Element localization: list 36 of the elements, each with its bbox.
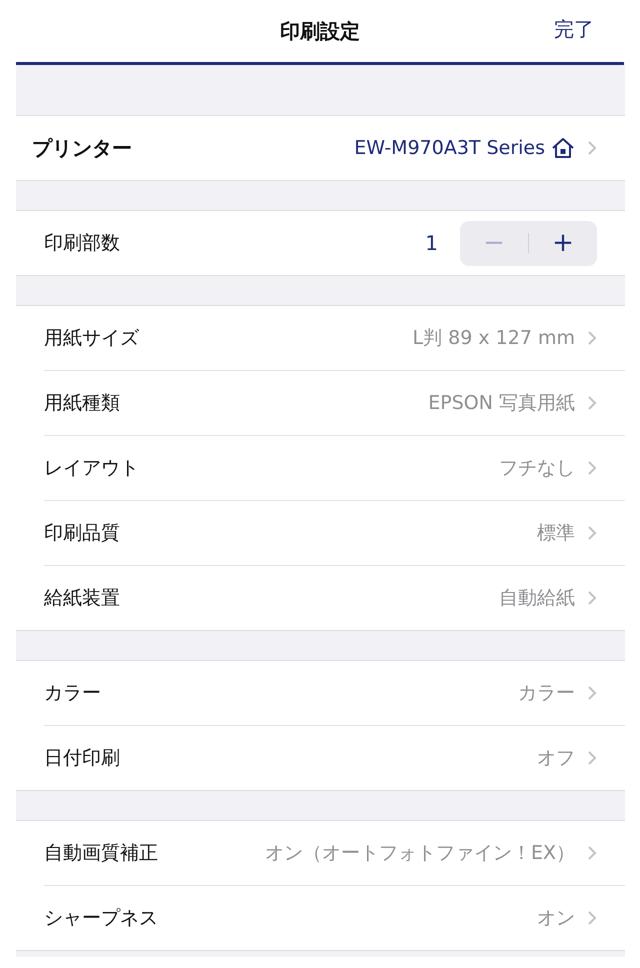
chevron-icon: [587, 525, 597, 541]
chevron-icon: [587, 460, 597, 476]
row-value: EPSON 写真用紙: [427, 391, 575, 416]
increment-button[interactable]: +: [529, 220, 597, 266]
home-icon: [551, 137, 575, 159]
chevron-icon: [587, 395, 597, 411]
chevron-icon: [587, 685, 597, 701]
row-label: 用紙種類: [44, 391, 120, 416]
row-value: 自動給紙: [498, 586, 575, 611]
row-label: シャープネス: [44, 906, 158, 931]
row-label: カラー: [44, 681, 101, 706]
row-label: 用紙サイズ: [44, 326, 139, 351]
row-label: プリンター: [32, 134, 132, 162]
row-label: 給紙装置: [44, 586, 120, 611]
row-value: 標準: [536, 521, 575, 546]
printer-name: EW-M970A3T Series: [353, 137, 545, 159]
row-label: 自動画質補正: [44, 841, 158, 866]
row-label: 印刷部数: [44, 231, 120, 256]
chevron-icon: [587, 140, 597, 156]
row-value: カラー: [517, 681, 575, 706]
chevron-icon: [587, 845, 597, 861]
chevron-icon: [587, 330, 597, 346]
chevron-icon: [587, 910, 597, 926]
row-value: オン（オートフォトファイン！EX）: [264, 841, 575, 866]
chevron-icon: [587, 750, 597, 766]
screen-title: 印刷設定: [280, 18, 360, 44]
row-label: 印刷品質: [44, 521, 120, 546]
copies-count: 1: [425, 231, 438, 255]
row-value: L判 89 x 127 mm: [412, 326, 575, 351]
row-value: オフ: [536, 746, 575, 771]
row-value: フチなし: [498, 456, 575, 481]
chevron-icon: [587, 590, 597, 606]
row-label: レイアウト: [44, 456, 139, 481]
row-label: 日付印刷: [44, 746, 120, 771]
row-value: オン: [536, 906, 575, 931]
done-button[interactable]: 完了: [554, 16, 594, 43]
